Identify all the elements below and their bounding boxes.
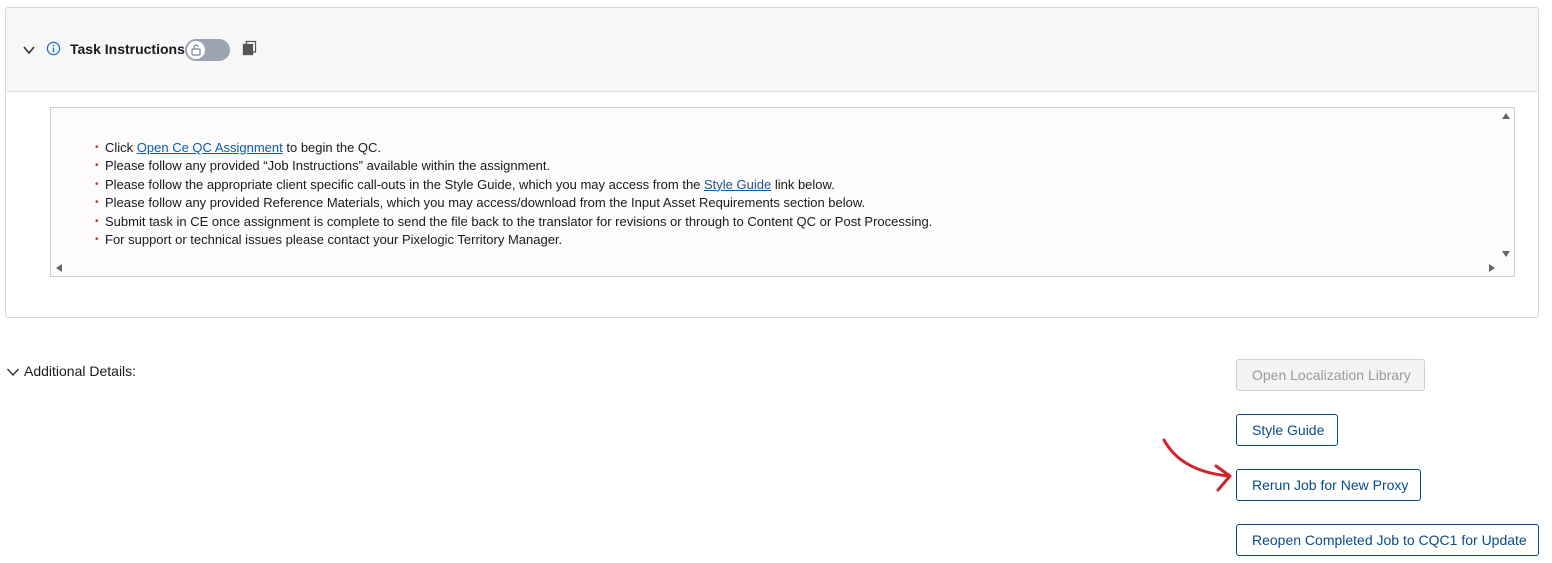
instruction-text: Please follow any provided “Job Instruct…	[105, 158, 551, 174]
instructions-box[interactable]: Click Open Ce QC Assignment to begin the…	[50, 107, 1515, 277]
open-localization-library-button[interactable]: Open Localization Library	[1236, 359, 1425, 391]
instruction-text: For support or technical issues please c…	[105, 232, 563, 248]
rerun-job-button[interactable]: Rerun Job for New Proxy	[1236, 469, 1421, 501]
info-icon	[46, 41, 61, 56]
instruction-text: Click	[105, 140, 137, 155]
copy-icon[interactable]	[242, 40, 258, 56]
task-instructions-panel: Task Instructions Click Open Ce QC Assig…	[5, 7, 1539, 318]
reopen-job-button[interactable]: Reopen Completed Job to CQC1 for Update	[1236, 524, 1539, 556]
annotation-arrow-icon	[1162, 438, 1232, 492]
open-ce-qc-assignment-link[interactable]: Open Ce QC Assignment	[137, 140, 283, 155]
toggle-knob	[187, 41, 205, 59]
style-guide-button[interactable]: Style Guide	[1236, 414, 1338, 446]
style-guide-link[interactable]: Style Guide	[704, 177, 771, 192]
instruction-text: Submit task in CE once assignment is com…	[105, 213, 933, 229]
instruction-text: link below.	[771, 176, 835, 192]
chevron-down-icon[interactable]	[6, 365, 20, 379]
list-item: Please follow any provided “Job Instruct…	[95, 157, 932, 176]
instructions-list: Click Open Ce QC Assignment to begin the…	[95, 139, 933, 250]
lock-toggle[interactable]	[185, 39, 230, 61]
list-item: Please follow any provided Reference Mat…	[95, 194, 932, 213]
scroll-down-arrow-icon[interactable]	[1501, 250, 1511, 258]
list-item: Submit task in CE once assignment is com…	[95, 213, 933, 232]
list-item: Please follow the appropriate client spe…	[95, 176, 932, 195]
scroll-left-arrow-icon[interactable]	[55, 263, 63, 273]
scroll-right-arrow-icon[interactable]	[1488, 263, 1496, 273]
panel-header: Task Instructions	[6, 8, 1538, 92]
scroll-up-arrow-icon[interactable]	[1501, 112, 1511, 120]
instruction-text: Please follow the appropriate client spe…	[105, 176, 705, 192]
unlock-icon	[191, 44, 201, 56]
list-item: For support or technical issues please c…	[95, 231, 932, 250]
instruction-text: Please follow any provided Reference Mat…	[105, 195, 866, 211]
list-item: Click Open Ce QC Assignment to begin the…	[95, 139, 932, 158]
chevron-down-icon[interactable]	[22, 43, 36, 57]
additional-details-label: Additional Details:	[24, 363, 137, 379]
instruction-text: to begin the QC.	[282, 140, 382, 155]
panel-title: Task Instructions	[70, 41, 185, 57]
